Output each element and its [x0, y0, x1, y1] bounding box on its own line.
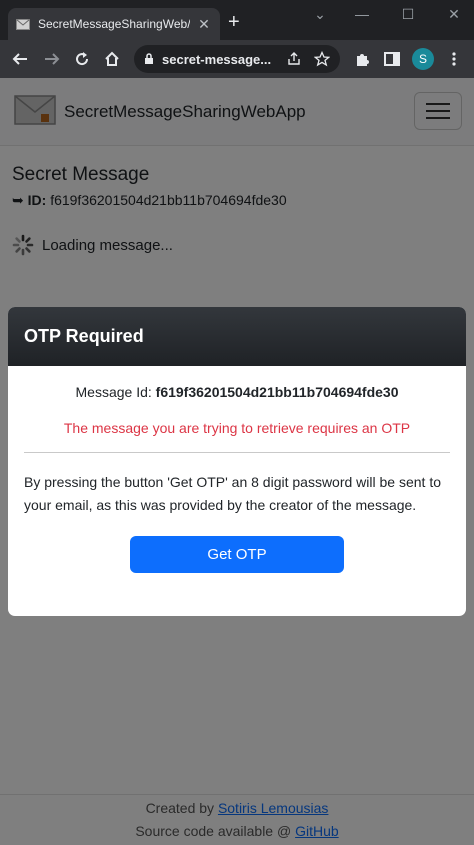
- modal-header: OTP Required: [8, 307, 466, 366]
- tab-close-icon[interactable]: ✕: [196, 16, 212, 33]
- get-otp-button[interactable]: Get OTP: [130, 536, 344, 573]
- otp-description: By pressing the button 'Get OTP' an 8 di…: [24, 474, 442, 513]
- otp-modal: OTP Required Message Id: f619f36201504d2…: [8, 307, 466, 616]
- new-tab-button[interactable]: +: [228, 12, 240, 32]
- envelope-icon: [16, 18, 30, 30]
- modal-message-id-label: Message Id:: [75, 384, 152, 400]
- otp-warning: The message you are trying to retrieve r…: [63, 420, 411, 436]
- modal-title: OTP Required: [24, 326, 144, 346]
- maximize-icon[interactable]: ☐: [398, 6, 418, 23]
- browser-titlebar: SecretMessageSharingWeb/ ✕ + ⌄ — ☐ ✕: [0, 0, 474, 40]
- modal-message-id-value: f619f36201504d21bb11b704694fde30: [155, 384, 399, 400]
- home-icon[interactable]: [102, 49, 122, 69]
- modal-body: Message Id: f619f36201504d21bb11b704694f…: [8, 384, 466, 573]
- tab-search-icon[interactable]: ⌄: [310, 6, 330, 23]
- modal-message-id: Message Id: f619f36201504d21bb11b704694f…: [24, 384, 450, 400]
- close-window-icon[interactable]: ✕: [444, 6, 464, 23]
- back-arrow-icon[interactable]: [10, 49, 30, 69]
- divider: [24, 452, 450, 453]
- reload-icon[interactable]: [72, 49, 92, 69]
- kebab-menu-icon[interactable]: [444, 49, 464, 69]
- profile-avatar[interactable]: S: [412, 48, 434, 70]
- forward-arrow-icon[interactable]: [42, 49, 62, 69]
- lock-icon: [145, 53, 153, 64]
- browser-tab[interactable]: SecretMessageSharingWeb/ ✕: [8, 8, 220, 40]
- side-panel-icon[interactable]: [382, 49, 402, 69]
- minimize-icon[interactable]: —: [352, 6, 372, 22]
- address-bar[interactable]: secret-message...: [134, 45, 340, 73]
- bookmark-star-icon[interactable]: [314, 51, 330, 67]
- url-text: secret-message...: [162, 51, 272, 67]
- extensions-puzzle-icon[interactable]: [352, 49, 372, 69]
- tab-title: SecretMessageSharingWeb/: [38, 17, 190, 31]
- browser-toolbar: secret-message... S: [0, 40, 474, 78]
- share-icon[interactable]: [286, 51, 302, 67]
